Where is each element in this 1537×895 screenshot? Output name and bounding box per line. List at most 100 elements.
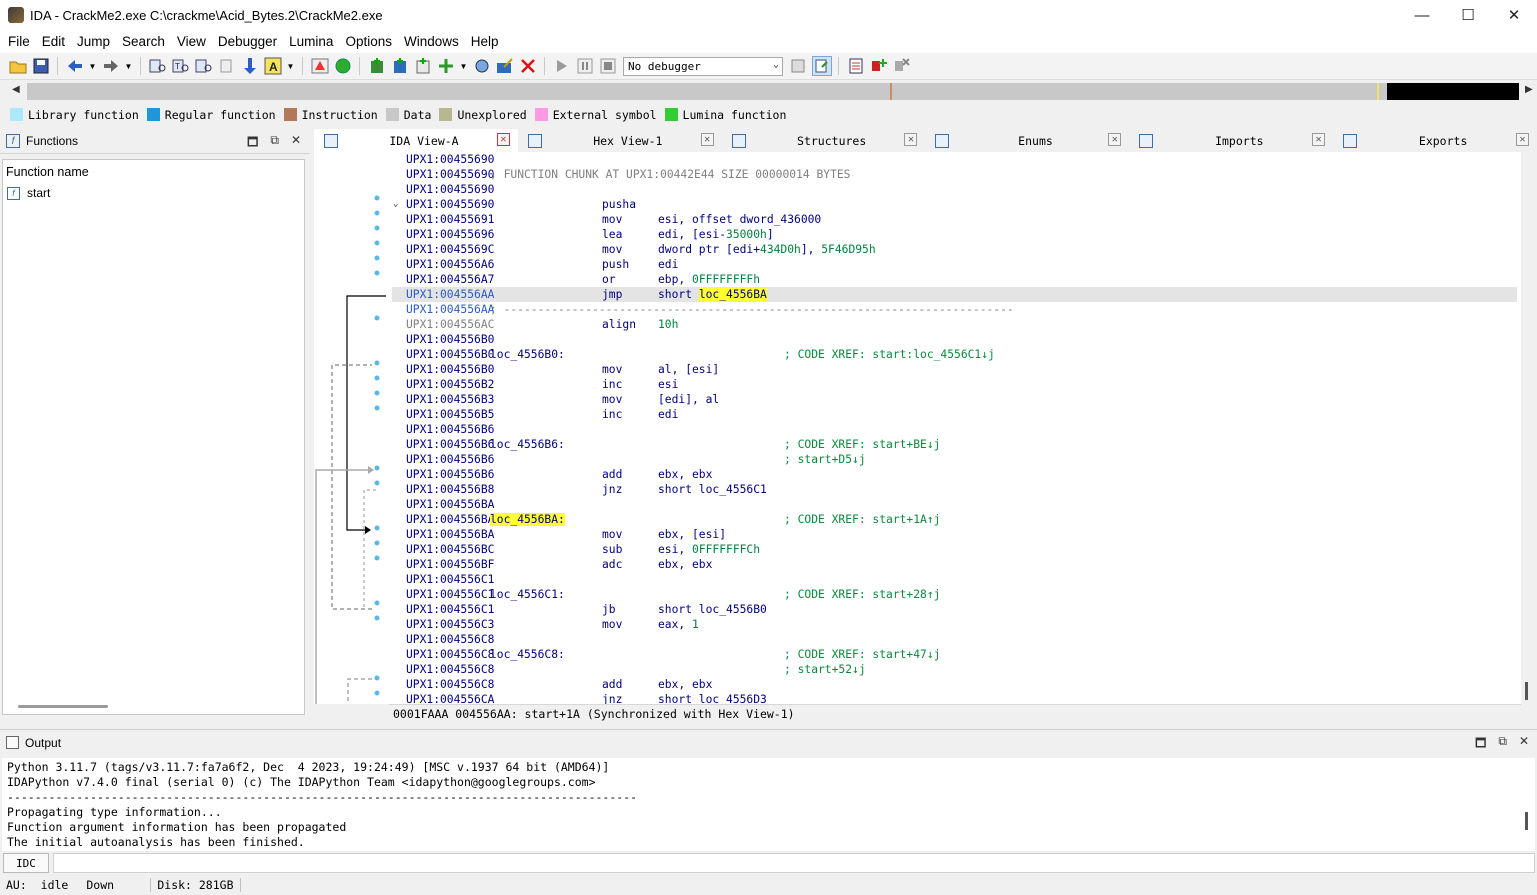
disasm-line[interactable]: UPX1:00455691 mov esi, offset dword_436000 xyxy=(392,212,1517,227)
disassembly-lines[interactable]: UPX1:00455690 UPX1:00455690; FUNCTION CHU… xyxy=(392,152,1517,704)
disasm-line[interactable]: UPX1:004556AA; -------------------------… xyxy=(392,302,1517,317)
disasm-line[interactable]: UPX1:004556BF adc ebx, ebx xyxy=(392,557,1517,572)
disasm-line[interactable]: UPX1:004556B6 xyxy=(392,422,1517,437)
disasm-line[interactable]: UPX1:004556B0 mov al, [esi] xyxy=(392,362,1517,377)
disasm-label[interactable]: loc_4556C8: xyxy=(490,648,565,661)
command-input[interactable] xyxy=(53,853,1535,873)
delete-x-icon[interactable] xyxy=(518,56,538,76)
add-xref-dropdown-icon[interactable]: ▼ xyxy=(459,56,469,76)
open-file-icon[interactable] xyxy=(8,56,28,76)
menu-jump[interactable]: Jump xyxy=(71,34,116,49)
color-dropdown-icon[interactable]: ▼ xyxy=(286,56,296,76)
tab-structures[interactable]: Structures ✕ xyxy=(722,129,926,152)
debugger-options-icon[interactable] xyxy=(789,56,809,76)
disasm-line[interactable]: UPX1:004556C1 jb short loc_4556B0 xyxy=(392,602,1517,617)
puzzle-icon[interactable] xyxy=(472,56,492,76)
disasm-line[interactable]: UPX1:0045569C mov dword ptr [edi+434D0h], … xyxy=(392,242,1517,257)
immediate-search-icon[interactable] xyxy=(194,56,214,76)
vertical-scrollbar[interactable] xyxy=(1525,812,1528,830)
disasm-line[interactable]: UPX1:004556B3 mov [edi], al xyxy=(392,392,1517,407)
disasm-line[interactable]: UPX1:00455690; FUNCTION CHUNK AT UPX1:00… xyxy=(392,167,1517,182)
horizontal-scrollbar[interactable] xyxy=(18,705,108,708)
menu-lumina[interactable]: Lumina xyxy=(283,34,339,49)
close-icon[interactable]: ✕ xyxy=(496,133,510,146)
disasm-line[interactable]: UPX1:004556C1loc_4556C1: ; CODE XREF: sta… xyxy=(392,587,1517,602)
close-icon[interactable]: ✕ xyxy=(700,133,714,146)
disasm-line[interactable]: UPX1:004556A7 or ebp, 0FFFFFFFFh xyxy=(392,272,1517,287)
vertical-scrollbar[interactable] xyxy=(1525,682,1528,700)
disasm-line[interactable]: UPX1:004556B6 ; start+D5↓j xyxy=(392,452,1517,467)
breakpoint-list-icon[interactable] xyxy=(846,56,866,76)
disasm-line[interactable]: UPX1:004556C8 xyxy=(392,632,1517,647)
save-icon[interactable] xyxy=(31,56,51,76)
disasm-line[interactable]: UPX1:004556BA mov ebx, [esi] xyxy=(392,527,1517,542)
add-struct-icon[interactable] xyxy=(390,56,410,76)
disasm-line[interactable]: UPX1:004556CA jnz short loc_4556D3 xyxy=(392,692,1517,704)
tab-ida-view-a[interactable]: IDA View-A ✕ xyxy=(314,129,518,152)
disasm-line[interactable]: UPX1:00455690 xyxy=(392,182,1517,197)
tab-exports[interactable]: Exports ✕ xyxy=(1333,129,1537,152)
disasm-label[interactable]: loc_4556C1: xyxy=(490,588,565,601)
text-search-icon[interactable]: T xyxy=(171,56,191,76)
start-debug-play-icon[interactable] xyxy=(552,56,572,76)
delete-breakpoint-icon[interactable] xyxy=(892,56,912,76)
nav-band-bar[interactable] xyxy=(27,83,1519,100)
disasm-line[interactable]: UPX1:004556B0 xyxy=(392,332,1517,347)
back-arrow-icon[interactable] xyxy=(65,56,85,76)
menu-help[interactable]: Help xyxy=(465,34,505,49)
disasm-line[interactable]: UPX1:00455696 lea edi, [esi-35000h] xyxy=(392,227,1517,242)
maximize-button[interactable]: ☐ xyxy=(1445,0,1491,30)
disasm-label[interactable]: loc_4556BA: xyxy=(490,513,565,526)
add-xref-icon[interactable] xyxy=(436,56,456,76)
maximize-pane-icon[interactable]: 🗖 xyxy=(1475,734,1486,755)
menu-options[interactable]: Options xyxy=(339,34,398,49)
close-icon[interactable]: ✕ xyxy=(1312,133,1326,146)
disasm-line[interactable]: UPX1:004556C3 mov eax, 1 xyxy=(392,617,1517,632)
green-circle-icon[interactable] xyxy=(333,56,353,76)
disasm-line[interactable]: UPX1:004556B2 inc esi xyxy=(392,377,1517,392)
debugger-select[interactable]: No debugger ⌄ xyxy=(623,56,783,76)
disasm-line[interactable]: UPX1:004556AC align 10h xyxy=(392,317,1517,332)
sync-debugger-icon[interactable] xyxy=(811,56,832,76)
tab-enums[interactable]: Enums ✕ xyxy=(925,129,1129,152)
nav-right-arrow-icon[interactable]: ▶ xyxy=(1525,84,1533,95)
disasm-line[interactable]: UPX1:004556BA xyxy=(392,497,1517,512)
binary-search-icon[interactable] xyxy=(148,56,168,76)
edit-comment-icon[interactable] xyxy=(495,56,515,76)
disasm-line[interactable]: UPX1:004556C8 add ebx, ebx xyxy=(392,677,1517,692)
navigation-band[interactable]: ◀ ▶ xyxy=(0,80,1537,104)
add-enum-icon[interactable] xyxy=(413,56,433,76)
float-pane-icon[interactable]: ⧉ xyxy=(270,133,279,154)
disasm-line[interactable]: UPX1:004556BC sub esi, 0FFFFFFFCh xyxy=(392,542,1517,557)
stop-debug-icon[interactable] xyxy=(598,56,618,76)
close-icon[interactable]: ✕ xyxy=(904,133,918,146)
minimize-button[interactable]: — xyxy=(1399,0,1445,30)
forward-dropdown-icon[interactable]: ▼ xyxy=(124,56,134,76)
disasm-line[interactable]: UPX1:004556B5 inc edi xyxy=(392,407,1517,422)
menu-search[interactable]: Search xyxy=(116,34,171,49)
close-pane-icon[interactable]: ✕ xyxy=(1519,734,1529,755)
close-icon[interactable]: ✕ xyxy=(1515,133,1529,146)
disasm-line[interactable]: UPX1:00455690 xyxy=(392,152,1517,167)
disassembly-view[interactable]: UPX1:00455690 UPX1:00455690; FUNCTION CHU… xyxy=(314,152,1521,704)
maximize-pane-icon[interactable]: 🗖 xyxy=(247,133,258,154)
menu-view[interactable]: View xyxy=(171,34,212,49)
disasm-line[interactable]: UPX1:004556B8 jnz short loc_4556C1 xyxy=(392,482,1517,497)
menu-windows[interactable]: Windows xyxy=(398,34,465,49)
highlighted-operand[interactable]: loc_4556BA xyxy=(698,288,767,301)
cli-language-button[interactable]: IDC xyxy=(3,853,49,873)
close-icon[interactable]: ✕ xyxy=(1108,133,1122,146)
disasm-label[interactable]: loc_4556B6: xyxy=(490,438,565,451)
back-dropdown-icon[interactable]: ▼ xyxy=(88,56,98,76)
jump-down-arrow-icon[interactable] xyxy=(240,56,260,76)
menu-debugger[interactable]: Debugger xyxy=(212,34,283,49)
disasm-line[interactable]: UPX1:004556B6 add ebx, ebx xyxy=(392,467,1517,482)
disasm-line[interactable]: UPX1:004556C1 xyxy=(392,572,1517,587)
disasm-line[interactable]: UPX1:004556AA jmp short loc_4556BA xyxy=(392,287,1517,302)
disasm-line[interactable]: UPX1:004556C8loc_4556C8: ; CODE XREF: sta… xyxy=(392,647,1517,662)
close-pane-icon[interactable]: ✕ xyxy=(291,133,301,154)
add-segment-icon[interactable] xyxy=(367,56,387,76)
menu-file[interactable]: File xyxy=(2,34,36,49)
collapse-chevron-icon[interactable]: ⌄ xyxy=(393,197,398,212)
add-breakpoint-icon[interactable] xyxy=(869,56,889,76)
